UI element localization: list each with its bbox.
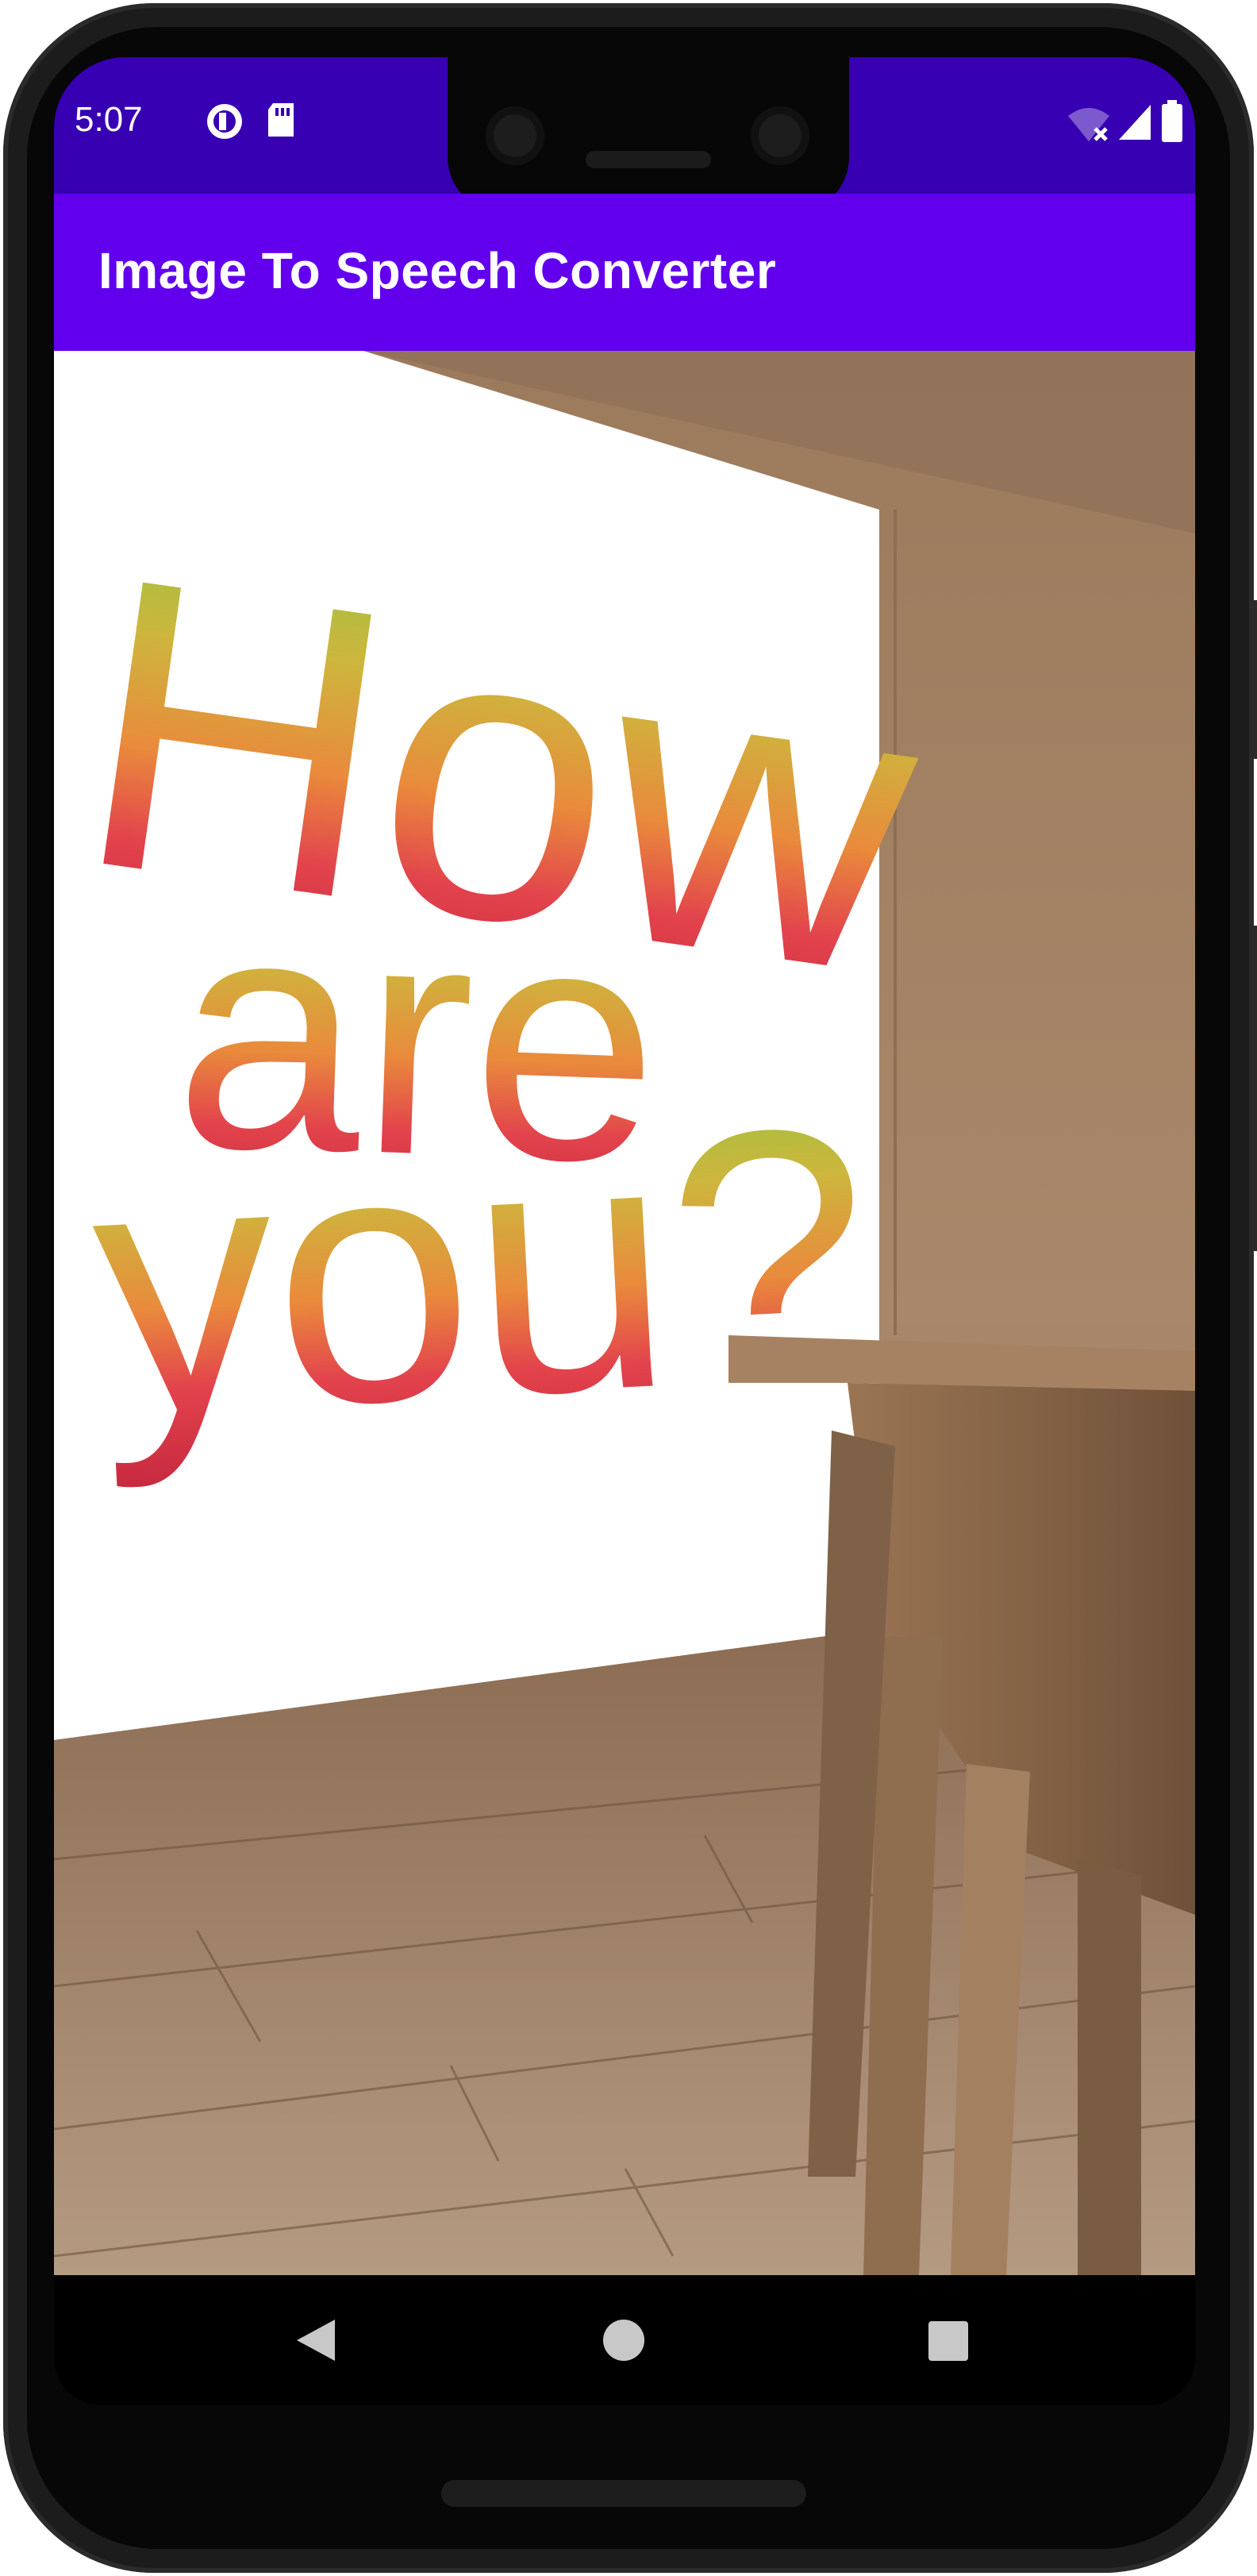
status-bar: 5:07 (54, 57, 1195, 213)
home-icon[interactable] (602, 2318, 646, 2362)
earpiece-speaker (586, 151, 711, 168)
front-camera-left (486, 106, 544, 165)
sd-card-icon (268, 103, 294, 137)
status-time: 5:07 (75, 100, 143, 139)
battery-icon (1162, 100, 1182, 142)
recents-icon[interactable] (927, 2320, 970, 2362)
navigation-bar (54, 2275, 1195, 2405)
selected-image[interactable]: How are you? (54, 351, 1195, 2275)
power-button (1249, 600, 1257, 759)
image-canvas: How are you? (54, 351, 1195, 2275)
data-saver-icon (207, 104, 242, 139)
signal-icon (1119, 105, 1151, 140)
screen: 5:07 Image To Speech Converter How are y… (54, 57, 1195, 2405)
volume-button (1249, 926, 1257, 1251)
app-title: Image To Speech Converter (98, 242, 777, 299)
phone-frame: 5:07 Image To Speech Converter How are y… (3, 3, 1257, 2573)
back-icon[interactable] (292, 2316, 340, 2364)
front-camera-right (751, 106, 809, 165)
phone-bezel: 5:07 Image To Speech Converter How are y… (27, 27, 1230, 2549)
wifi-off-icon (1068, 108, 1109, 141)
camera-notch (448, 57, 849, 213)
board-text-you: you? (85, 1052, 879, 1492)
bottom-speaker-grille (441, 2480, 806, 2507)
app-bar: Image To Speech Converter (54, 194, 1195, 351)
